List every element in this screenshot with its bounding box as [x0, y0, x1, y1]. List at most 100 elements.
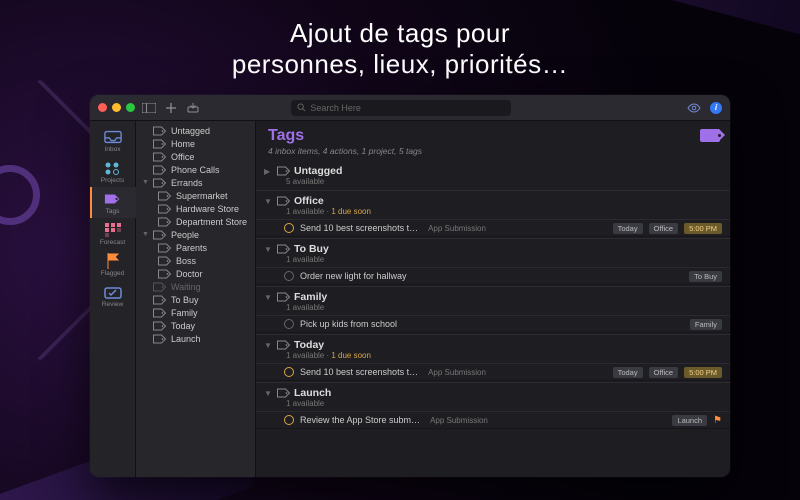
inbox-icon	[104, 130, 122, 144]
tag-office[interactable]: Office	[136, 150, 255, 163]
disclosure-triangle-icon[interactable]: ▶	[264, 167, 272, 176]
task-checkbox[interactable]	[284, 367, 294, 377]
section-header-launch[interactable]: ▼Launch	[256, 384, 730, 399]
tag-icon	[153, 178, 167, 188]
tag-label: Doctor	[176, 269, 203, 279]
minimize-icon[interactable]	[112, 103, 121, 112]
inspector-icon[interactable]: i	[710, 102, 722, 114]
tag-label: Parents	[176, 243, 207, 253]
tag-launch[interactable]: Launch	[136, 332, 255, 345]
disclosure-triangle-icon[interactable]: ▼	[264, 293, 272, 302]
sidebar-toggle-icon[interactable]	[141, 100, 157, 116]
tag-chip[interactable]: Office	[649, 223, 678, 234]
tag-icon	[153, 308, 167, 318]
tag-icon	[153, 126, 167, 136]
tag-hardware-store[interactable]: Hardware Store	[136, 202, 255, 215]
page-title: Tags	[268, 127, 422, 145]
section-header-to-buy[interactable]: ▼ To Buy	[256, 240, 730, 255]
task-checkbox[interactable]	[284, 271, 294, 281]
task-project: App Submission	[428, 224, 486, 233]
tag-chip[interactable]: Today	[613, 367, 643, 378]
tag-icon	[153, 139, 167, 149]
tag-chip[interactable]: Office	[649, 367, 678, 378]
tag-boss[interactable]: Boss	[136, 254, 255, 267]
tag-label: Boss	[176, 256, 196, 266]
search-placeholder: Search Here	[310, 103, 361, 113]
tag-label: Department Store	[176, 217, 247, 227]
task-title: Send 10 best screenshots t…	[300, 367, 418, 377]
flagged-icon	[104, 254, 122, 268]
disclosure-triangle-icon[interactable]: ▼	[264, 197, 272, 206]
tag-to-buy[interactable]: To Buy	[136, 293, 255, 306]
nav-flagged[interactable]: Flagged	[90, 249, 136, 280]
task-row[interactable]: Send 10 best screenshots t…App Submissio…	[256, 219, 730, 237]
tag-untagged[interactable]: Untagged	[136, 124, 255, 137]
add-button[interactable]	[163, 100, 179, 116]
disclosure-triangle-icon[interactable]: ▼	[142, 231, 149, 238]
task-row[interactable]: Review the App Store subm… App Submission…	[256, 411, 730, 429]
tag-chip[interactable]: Today	[613, 223, 643, 234]
tag-doctor[interactable]: Doctor	[136, 267, 255, 280]
tag-errands[interactable]: ▼ Errands	[136, 176, 255, 189]
view-options-icon[interactable]	[686, 100, 702, 116]
section-header-today[interactable]: ▼Today	[256, 336, 730, 351]
page-subtitle: 4 inbox items, 4 actions, 1 project, 5 t…	[268, 146, 422, 156]
task-checkbox[interactable]	[284, 319, 294, 329]
tag-waiting[interactable]: Waiting	[136, 280, 255, 293]
nav-tags[interactable]: Tags	[90, 187, 136, 218]
tag-chip[interactable]: To Buy	[689, 271, 722, 282]
nav-review[interactable]: Review	[90, 280, 136, 311]
nav-forecast[interactable]: Forecast	[90, 218, 136, 249]
section-name: Family	[294, 291, 327, 303]
tag-label: People	[171, 230, 199, 240]
section-header-office[interactable]: ▼Office	[256, 192, 730, 207]
quick-entry-icon[interactable]	[185, 100, 201, 116]
task-row[interactable]: Pick up kids from school Family	[256, 315, 730, 333]
tag-icon	[153, 334, 167, 344]
tag-phone-calls[interactable]: Phone Calls	[136, 163, 255, 176]
disclosure-triangle-icon[interactable]: ▼	[264, 341, 272, 350]
tag-label: Supermarket	[176, 191, 228, 201]
tag-department-store[interactable]: Department Store	[136, 215, 255, 228]
task-row[interactable]: Send 10 best screenshots t…App Submissio…	[256, 363, 730, 381]
task-checkbox[interactable]	[284, 415, 294, 425]
close-icon[interactable]	[98, 103, 107, 112]
tag-parents[interactable]: Parents	[136, 241, 255, 254]
review-icon	[104, 285, 122, 299]
app-window: Search Here i InboxProjectsTagsForecastF…	[90, 95, 730, 477]
flag-icon[interactable]: ⚑	[713, 415, 722, 426]
nav-projects[interactable]: Projects	[90, 156, 136, 187]
nav-inbox[interactable]: Inbox	[90, 125, 136, 156]
due-time: 5:00 PM	[684, 367, 722, 378]
task-row[interactable]: Order new light for hallway To Buy	[256, 267, 730, 285]
task-title: Review the App Store subm…	[300, 415, 420, 425]
search-input[interactable]: Search Here	[291, 100, 511, 116]
section-header-family[interactable]: ▼ Family	[256, 288, 730, 303]
tag-chip[interactable]: Family	[690, 319, 722, 330]
tag-list-sidebar: UntaggedHomeOfficePhone Calls ▼ Errands Sup…	[136, 121, 256, 477]
disclosure-triangle-icon[interactable]: ▼	[264, 389, 272, 398]
nav-label: Projects	[101, 177, 124, 184]
task-title: Pick up kids from school	[300, 319, 397, 329]
section-header-untagged[interactable]: ▶Untagged	[256, 162, 730, 177]
tag-icon	[158, 217, 172, 227]
traffic-lights	[98, 103, 135, 112]
tag-today[interactable]: Today	[136, 319, 255, 332]
disclosure-triangle-icon[interactable]: ▼	[264, 245, 272, 254]
section-subtitle: 5 available	[256, 177, 730, 189]
tag-family[interactable]: Family	[136, 306, 255, 319]
hero-headline: Ajout de tags pour personnes, lieux, pri…	[0, 0, 800, 90]
zoom-icon[interactable]	[126, 103, 135, 112]
tag-people[interactable]: ▼ People	[136, 228, 255, 241]
section-name: To Buy	[294, 243, 329, 255]
tag-chip[interactable]: Launch	[672, 415, 707, 426]
disclosure-triangle-icon[interactable]: ▼	[142, 179, 149, 186]
task-project: App Submission	[430, 416, 488, 425]
tag-label: Errands	[171, 178, 203, 188]
tag-icon	[277, 166, 289, 176]
titlebar: Search Here i	[90, 95, 730, 121]
task-checkbox[interactable]	[284, 223, 294, 233]
task-title: Order new light for hallway	[300, 271, 407, 281]
tag-supermarket[interactable]: Supermarket	[136, 189, 255, 202]
tag-home[interactable]: Home	[136, 137, 255, 150]
